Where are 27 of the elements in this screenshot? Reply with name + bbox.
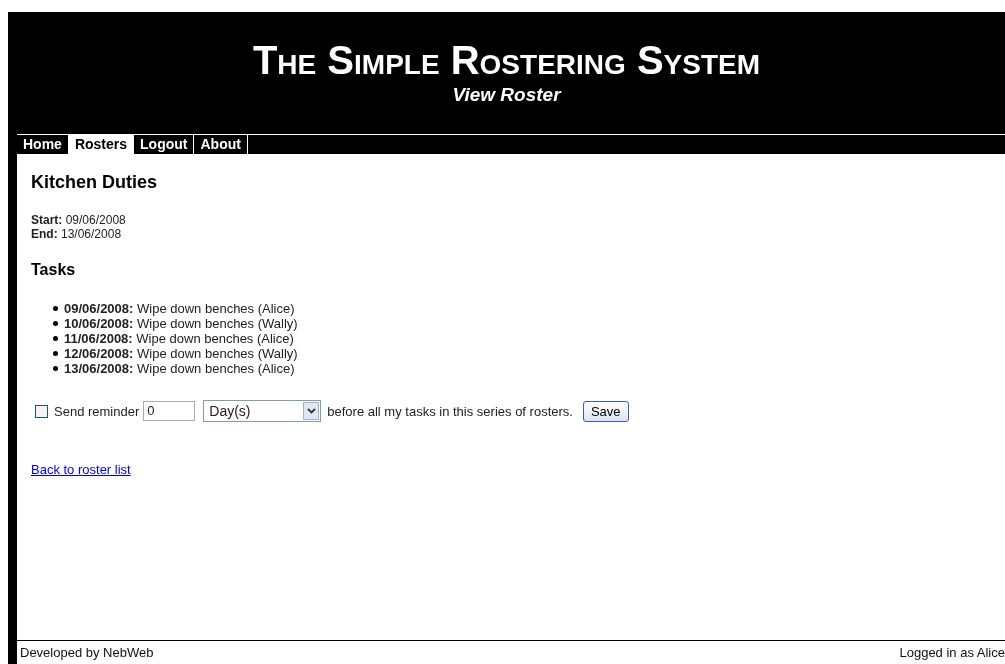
amount-field[interactable]: 0: [143, 401, 196, 421]
chevron-down-icon: [306, 408, 316, 414]
nav-tab[interactable]: Rosters: [68, 135, 135, 154]
reminder-checkbox[interactable]: [35, 404, 48, 418]
reminder-label: Send reminder: [54, 403, 140, 419]
site-title: The Simple Rostering System: [252, 38, 761, 82]
bullet-icon: [53, 336, 58, 341]
end-date: End: 13/06/2008: [31, 227, 123, 241]
start-date: Start: 09/06/2008: [31, 213, 127, 227]
task-item: 13/06/2008: Wipe down benches (Alice): [64, 361, 295, 376]
roster-title: Kitchen Duties: [31, 172, 159, 193]
save-button[interactable]: Save: [582, 400, 629, 422]
login-status: Logged in as Alice: [899, 645, 1005, 660]
reminder-suffix: before all my tasks in this series of rosters.: [327, 403, 573, 419]
page-subtitle: View Roster: [452, 84, 561, 106]
bullet-icon: [53, 306, 58, 311]
task-item: 10/06/2008: Wipe down benches (Wally): [64, 316, 298, 331]
task-item: 11/06/2008: Wipe down benches (Alice): [64, 331, 294, 346]
tasks-heading: Tasks: [31, 261, 77, 279]
task-item: 09/06/2008: Wipe down benches (Alice): [64, 301, 295, 316]
back-link[interactable]: Back to roster list: [31, 462, 131, 477]
bullet-icon: [53, 351, 58, 356]
bullet-icon: [53, 321, 58, 326]
footer-credit: Developed by NebWeb: [20, 645, 154, 660]
task-item: 12/06/2008: Wipe down benches (Wally): [64, 346, 298, 361]
unit-dropdown[interactable]: Day(s): [203, 400, 322, 422]
bullet-icon: [53, 366, 58, 371]
